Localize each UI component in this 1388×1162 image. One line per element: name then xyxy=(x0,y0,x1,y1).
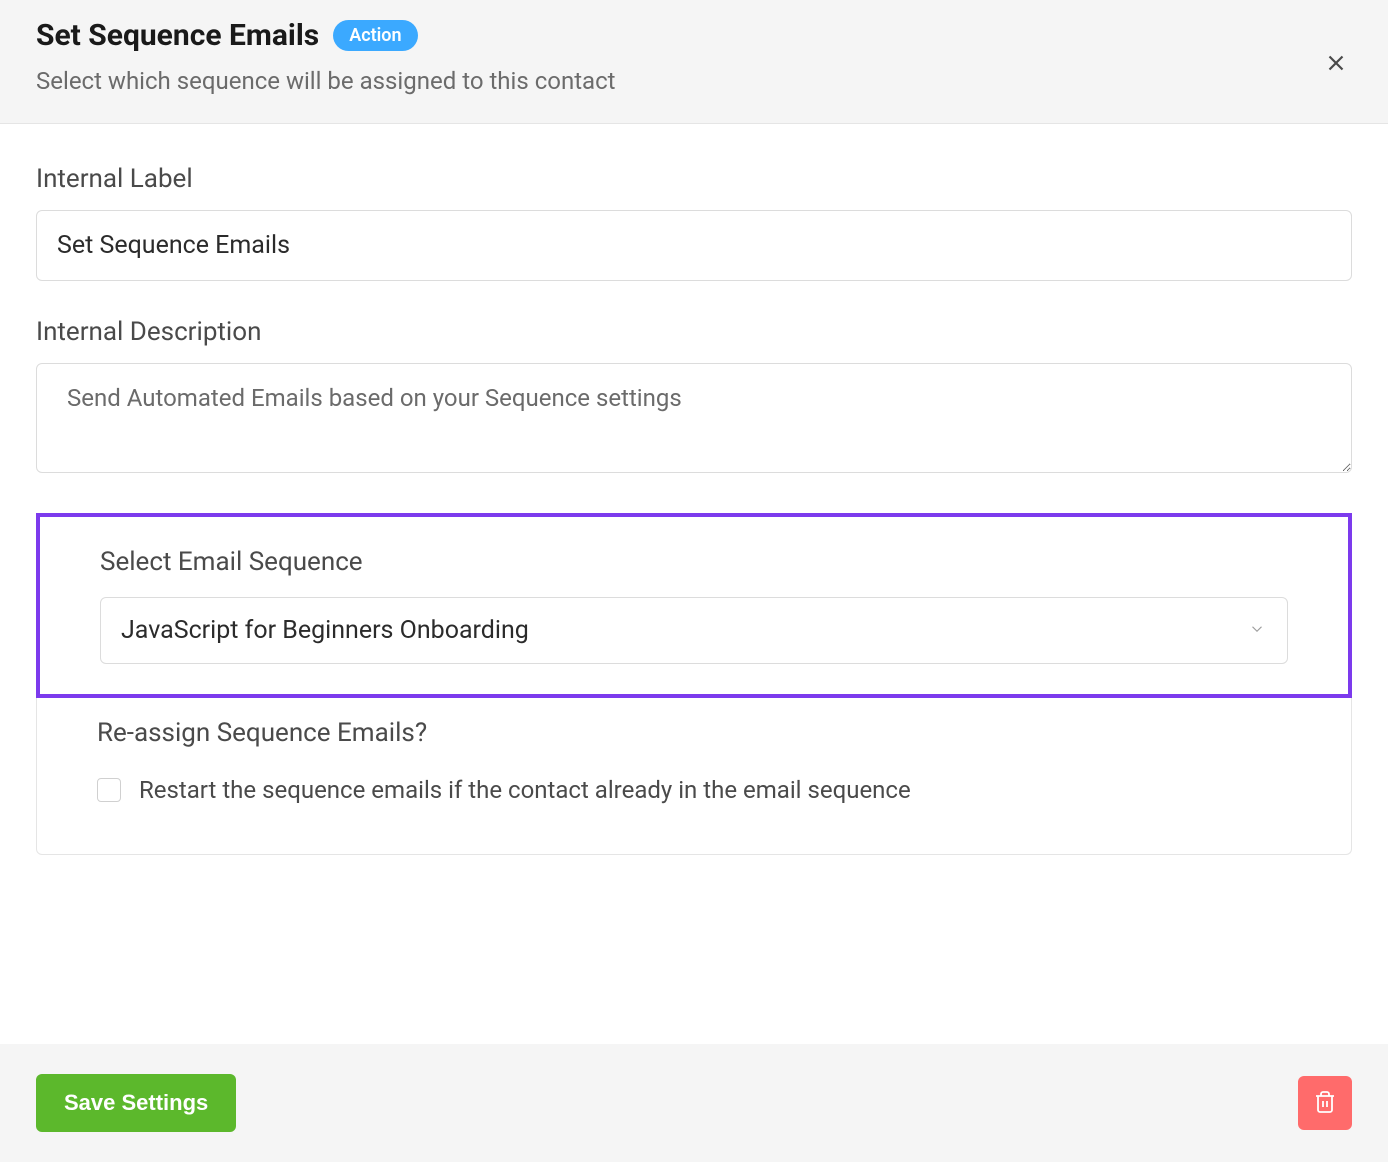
trash-icon xyxy=(1313,1090,1337,1117)
internal-description-textarea[interactable]: Send Automated Emails based on your Sequ… xyxy=(36,363,1352,473)
internal-description-label: Internal Description xyxy=(36,317,1352,347)
email-sequence-section: Select Email Sequence JavaScript for Beg… xyxy=(36,513,1352,698)
internal-label-group: Internal Label xyxy=(36,164,1352,281)
reassign-checkbox[interactable] xyxy=(97,778,121,802)
dialog-subtitle: Select which sequence will be assigned t… xyxy=(36,67,1352,95)
save-settings-button[interactable]: Save Settings xyxy=(36,1074,236,1132)
dialog-header: Set Sequence Emails Action Select which … xyxy=(0,0,1388,124)
dialog-footer: Save Settings xyxy=(0,1044,1388,1162)
reassign-checkbox-label: Restart the sequence emails if the conta… xyxy=(139,776,911,804)
dialog-title: Set Sequence Emails xyxy=(36,18,319,53)
delete-button[interactable] xyxy=(1298,1076,1352,1130)
action-badge: Action xyxy=(333,20,417,51)
reassign-section: Re-assign Sequence Emails? Restart the s… xyxy=(36,698,1352,855)
internal-label-label: Internal Label xyxy=(36,164,1352,194)
internal-label-input[interactable] xyxy=(36,210,1352,281)
email-sequence-label: Select Email Sequence xyxy=(100,547,1288,577)
email-sequence-select[interactable]: JavaScript for Beginners Onboarding xyxy=(100,597,1288,664)
reassign-label: Re-assign Sequence Emails? xyxy=(97,718,1291,748)
close-button[interactable] xyxy=(1320,48,1352,80)
internal-description-group: Internal Description Send Automated Emai… xyxy=(36,317,1352,477)
email-sequence-select-wrapper: JavaScript for Beginners Onboarding xyxy=(100,597,1288,664)
dialog-body: Internal Label Internal Description Send… xyxy=(0,124,1388,885)
reassign-checkbox-row: Restart the sequence emails if the conta… xyxy=(97,776,1291,804)
close-icon xyxy=(1323,50,1349,79)
